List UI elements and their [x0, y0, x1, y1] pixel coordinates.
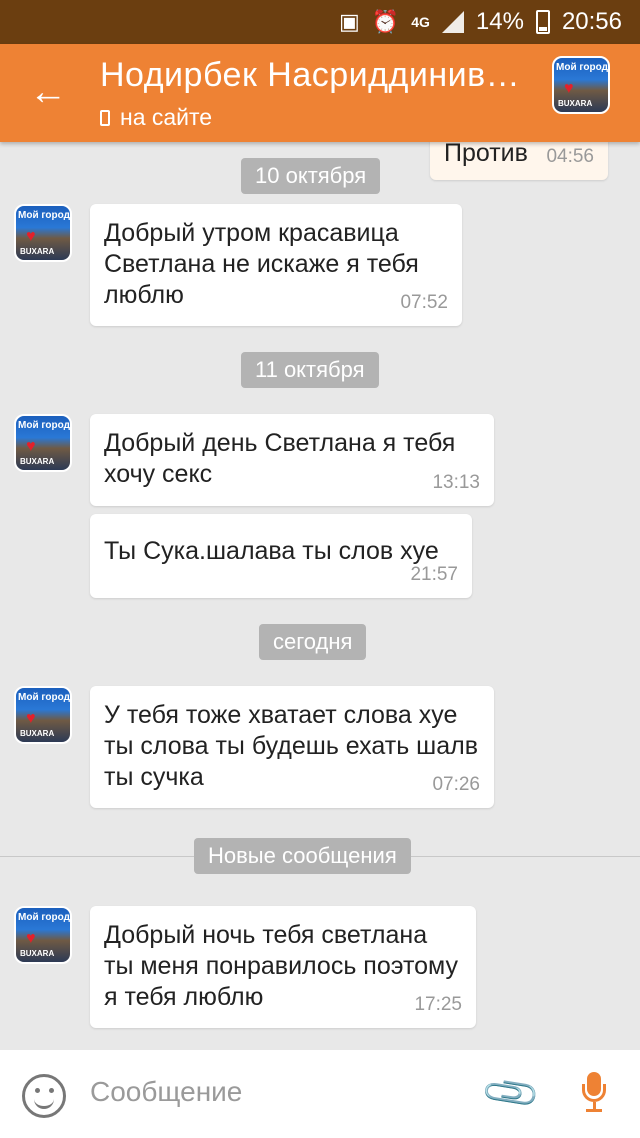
message-bubble[interactable]: Добрый день Светлана я тебя хочу секс 13… — [90, 414, 494, 506]
date-separator: сегодня — [259, 624, 367, 660]
message-bubble[interactable]: Добрый ночь тебя светлана ты меня понрав… — [90, 906, 476, 1028]
new-messages-label: Новые сообщения — [194, 838, 411, 874]
message-bubble[interactable]: Ты Сука.шалава ты слов хуе 21:57 — [90, 514, 472, 598]
network-type: 4G — [411, 14, 430, 30]
battery-percent: 14% — [475, 8, 524, 35]
mobile-icon — [100, 109, 110, 126]
message-text: Добрый утром красавица Светлана не искаж… — [104, 219, 419, 309]
message-text: Добрый день Светлана я тебя хочу секс — [104, 429, 456, 488]
heart-icon: ♥ — [26, 710, 36, 727]
message-text: У тебя тоже хватает слова хуе ты слова т… — [104, 701, 478, 791]
message-time: 13:13 — [432, 472, 480, 493]
avatar-caption: Мой город — [18, 912, 70, 923]
paperclip-icon[interactable]: 📎 — [479, 1062, 544, 1126]
heart-icon: ♥ — [26, 438, 36, 455]
message-time: 04:56 — [546, 146, 594, 167]
chat-header: ← Нодирбек Насриддинив… на сайте Мой гор… — [0, 44, 640, 142]
smiley-icon[interactable] — [22, 1074, 66, 1118]
message-input[interactable] — [90, 1076, 450, 1108]
chat-area[interactable]: Против 04:56 10 октября Мой город ♥ BUXA… — [0, 142, 640, 1050]
online-status-text: на сайте — [120, 104, 213, 130]
message-text: Ты Сука.шалава ты слов хуе — [104, 537, 439, 565]
heart-icon: ♥ — [26, 930, 36, 947]
contact-name[interactable]: Нодирбек Насриддинив… — [100, 56, 530, 95]
avatar-caption: BUXARA — [20, 729, 55, 738]
message-bubble-outgoing[interactable]: Против 04:56 — [430, 142, 608, 180]
clock: 20:56 — [561, 8, 622, 35]
online-status: на сайте — [100, 104, 212, 131]
sender-avatar[interactable]: Мой город ♥ BUXARA — [14, 204, 72, 262]
message-time: 07:52 — [400, 292, 448, 313]
battery-icon — [535, 10, 550, 34]
avatar-caption: Мой город — [556, 62, 608, 73]
alarm-icon: ⏰ — [371, 9, 400, 34]
message-time: 07:26 — [432, 774, 480, 795]
save-icon: ▣ — [339, 9, 360, 34]
date-separator: 10 октября — [241, 158, 381, 194]
message-text: Против — [444, 142, 528, 167]
message-time: 21:57 — [410, 564, 458, 585]
sender-avatar[interactable]: Мой город ♥ BUXARA — [14, 906, 72, 964]
avatar-caption: Мой город — [18, 210, 70, 221]
microphone-icon[interactable] — [582, 1072, 606, 1116]
message-bubble[interactable]: У тебя тоже хватает слова хуе ты слова т… — [90, 686, 494, 808]
avatar-caption: BUXARA — [20, 949, 55, 958]
message-text: Добрый ночь тебя светлана ты меня понрав… — [104, 921, 458, 1011]
message-composer: 📎 — [0, 1050, 640, 1138]
message-bubble[interactable]: Добрый утром красавица Светлана не искаж… — [90, 204, 462, 326]
avatar-caption: BUXARA — [20, 247, 55, 256]
avatar-caption: Мой город — [18, 420, 70, 431]
back-arrow-icon[interactable]: ← — [28, 72, 68, 112]
contact-avatar[interactable]: Мой город ♥ BUXARA — [552, 56, 612, 116]
status-bar: ▣ ⏰ 4G 14% 20:56 — [0, 0, 640, 44]
avatar-caption: Мой город — [18, 692, 70, 703]
sender-avatar[interactable]: Мой город ♥ BUXARA — [14, 414, 72, 472]
avatar-caption: BUXARA — [558, 99, 593, 108]
signal-icon — [441, 11, 464, 33]
date-separator: 11 октября — [241, 352, 379, 388]
sender-avatar[interactable]: Мой город ♥ BUXARA — [14, 686, 72, 744]
heart-icon: ♥ — [26, 228, 36, 245]
avatar-caption: BUXARA — [20, 457, 55, 466]
message-time: 17:25 — [414, 994, 462, 1015]
heart-icon: ♥ — [564, 80, 574, 97]
